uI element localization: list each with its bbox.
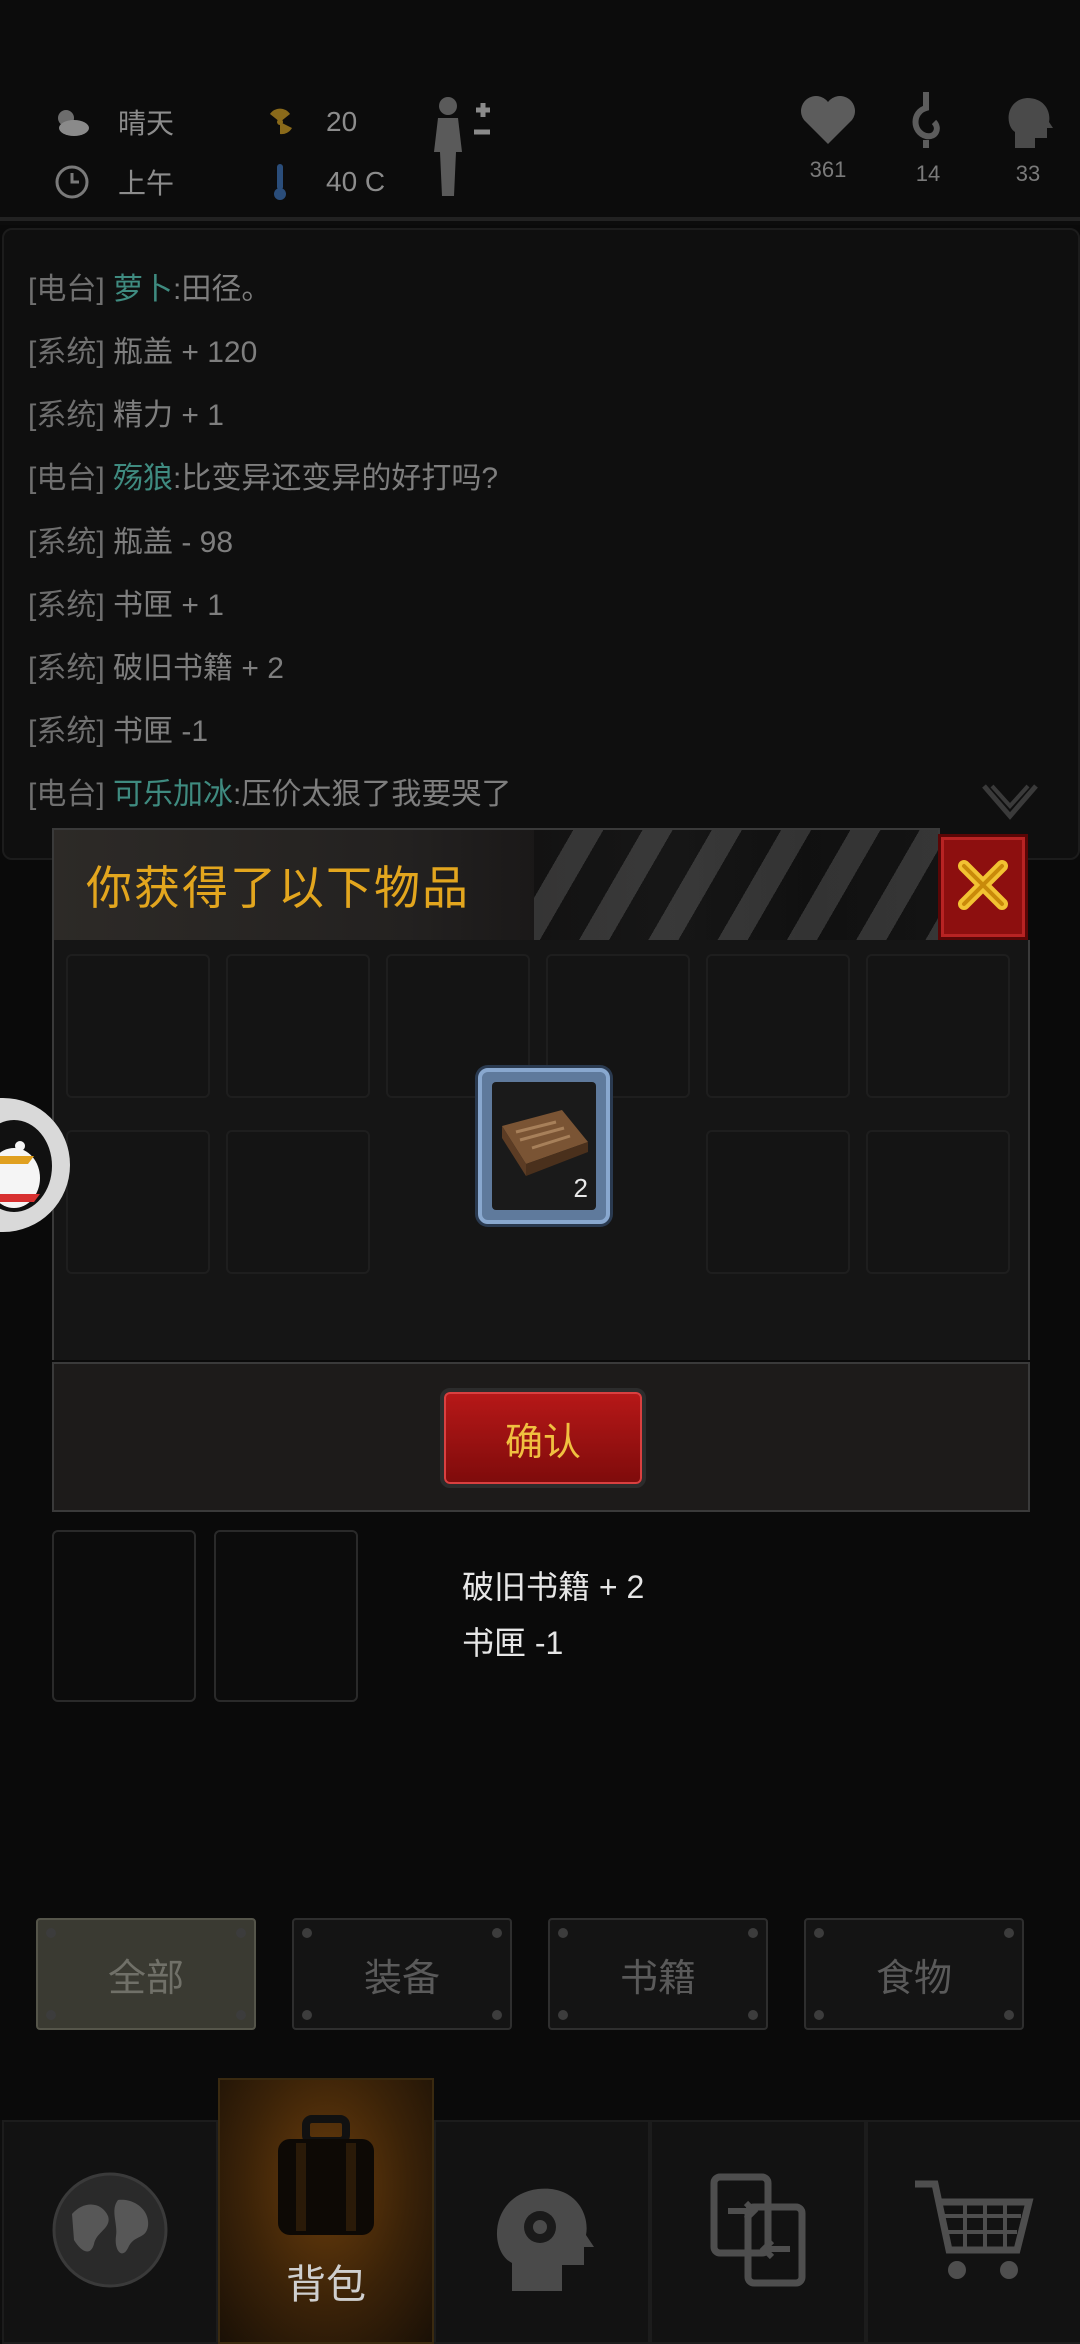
world-map-icon: [50, 2170, 170, 2295]
ghost-slot: [866, 1130, 1010, 1274]
radiation-stat: 20: [258, 100, 357, 144]
empty-slot[interactable]: [52, 1530, 196, 1702]
log-line: [系统] 书匣 -1: [28, 715, 209, 748]
hazard-stripes: [534, 830, 938, 940]
backpack-icon: [266, 2113, 386, 2248]
dialog-header: 你获得了以下物品: [52, 828, 940, 942]
ghost-slot: [866, 954, 1010, 1098]
ghost-slot: [66, 1130, 210, 1274]
close-button[interactable]: [938, 834, 1028, 940]
ghost-slot: [226, 1130, 370, 1274]
hunger-gauge: 14: [888, 88, 968, 187]
nav-trade[interactable]: [650, 2120, 866, 2344]
filter-tab-all[interactable]: 全部: [36, 1918, 256, 2030]
mood-gauge: 33: [988, 92, 1068, 187]
nav-shop[interactable]: [866, 2120, 1080, 2344]
weather-stat: 晴天: [50, 100, 174, 144]
confirm-button[interactable]: 确认: [440, 1388, 646, 1488]
ghost-slot: [226, 954, 370, 1098]
mood-value: 33: [1015, 161, 1041, 186]
log-line: [系统] 精力 + 1: [28, 399, 224, 432]
cloud-sun-icon: [50, 100, 94, 144]
item-image: 2: [492, 1082, 596, 1210]
log-line: [电台] 可乐加冰:压价太狠了我要哭了: [28, 778, 512, 811]
close-icon: [956, 858, 1010, 917]
temperature-stat: 40 C: [258, 160, 385, 204]
log-line: [系统] 瓶盖 - 98: [28, 526, 234, 559]
clock-icon: [50, 160, 94, 204]
chevron-down-icon[interactable]: [980, 782, 1040, 822]
nav-skills[interactable]: [434, 2120, 650, 2344]
radiation-icon: [258, 100, 302, 144]
body-status-icon[interactable]: [428, 92, 498, 202]
radiation-value: 20: [326, 106, 358, 137]
hunger-value: 14: [915, 161, 941, 186]
divider: [0, 217, 1080, 221]
filter-tab-equipment[interactable]: 装备: [292, 1918, 512, 2030]
ghost-slot: [66, 954, 210, 1098]
filter-tab-food[interactable]: 食物: [804, 1918, 1024, 2030]
nav-map[interactable]: [2, 2120, 218, 2344]
time-label: 上午: [118, 168, 175, 199]
result-line: 破旧书籍 + 2: [462, 1569, 645, 1605]
ghost-slot: [706, 1130, 850, 1274]
log-line: [系统] 破旧书籍 + 2: [28, 652, 284, 685]
result-line: 书匣 -1: [462, 1625, 564, 1661]
item-count: 2: [573, 1173, 588, 1203]
head-icon: [988, 92, 1068, 155]
message-log[interactable]: [电台] 萝卜:田径。 [系统] 瓶盖 + 120 [系统] 精力 + 1 [电…: [2, 228, 1080, 860]
log-line: [电台] 萝卜:田径。: [28, 273, 272, 306]
health-value: 361: [809, 157, 847, 182]
filter-tab-books[interactable]: 书籍: [548, 1918, 768, 2030]
log-line: [电台] 殇狼:比变异还变异的好打吗?: [28, 462, 499, 495]
weather-label: 晴天: [118, 108, 175, 139]
ghost-slot: [706, 954, 850, 1098]
time-stat: 上午: [50, 160, 174, 204]
heart-icon: [788, 92, 868, 151]
dialog-title: 你获得了以下物品: [86, 862, 470, 914]
empty-slot[interactable]: [214, 1530, 358, 1702]
shopping-cart-icon: [909, 2170, 1039, 2295]
stomach-icon: [888, 88, 968, 155]
thermometer-icon: [258, 160, 302, 204]
health-gauge: 361: [788, 92, 868, 183]
head-gear-icon: [482, 2165, 602, 2300]
trade-icon: [698, 2165, 818, 2300]
nav-backpack[interactable]: 背包: [218, 2078, 434, 2344]
nav-backpack-label: 背包: [286, 2262, 366, 2307]
reward-item-slot[interactable]: 2: [478, 1068, 610, 1224]
log-line: [系统] 瓶盖 + 120: [28, 336, 258, 369]
log-line: [系统] 书匣 + 1: [28, 589, 224, 622]
temperature-value: 40 C: [326, 166, 386, 197]
